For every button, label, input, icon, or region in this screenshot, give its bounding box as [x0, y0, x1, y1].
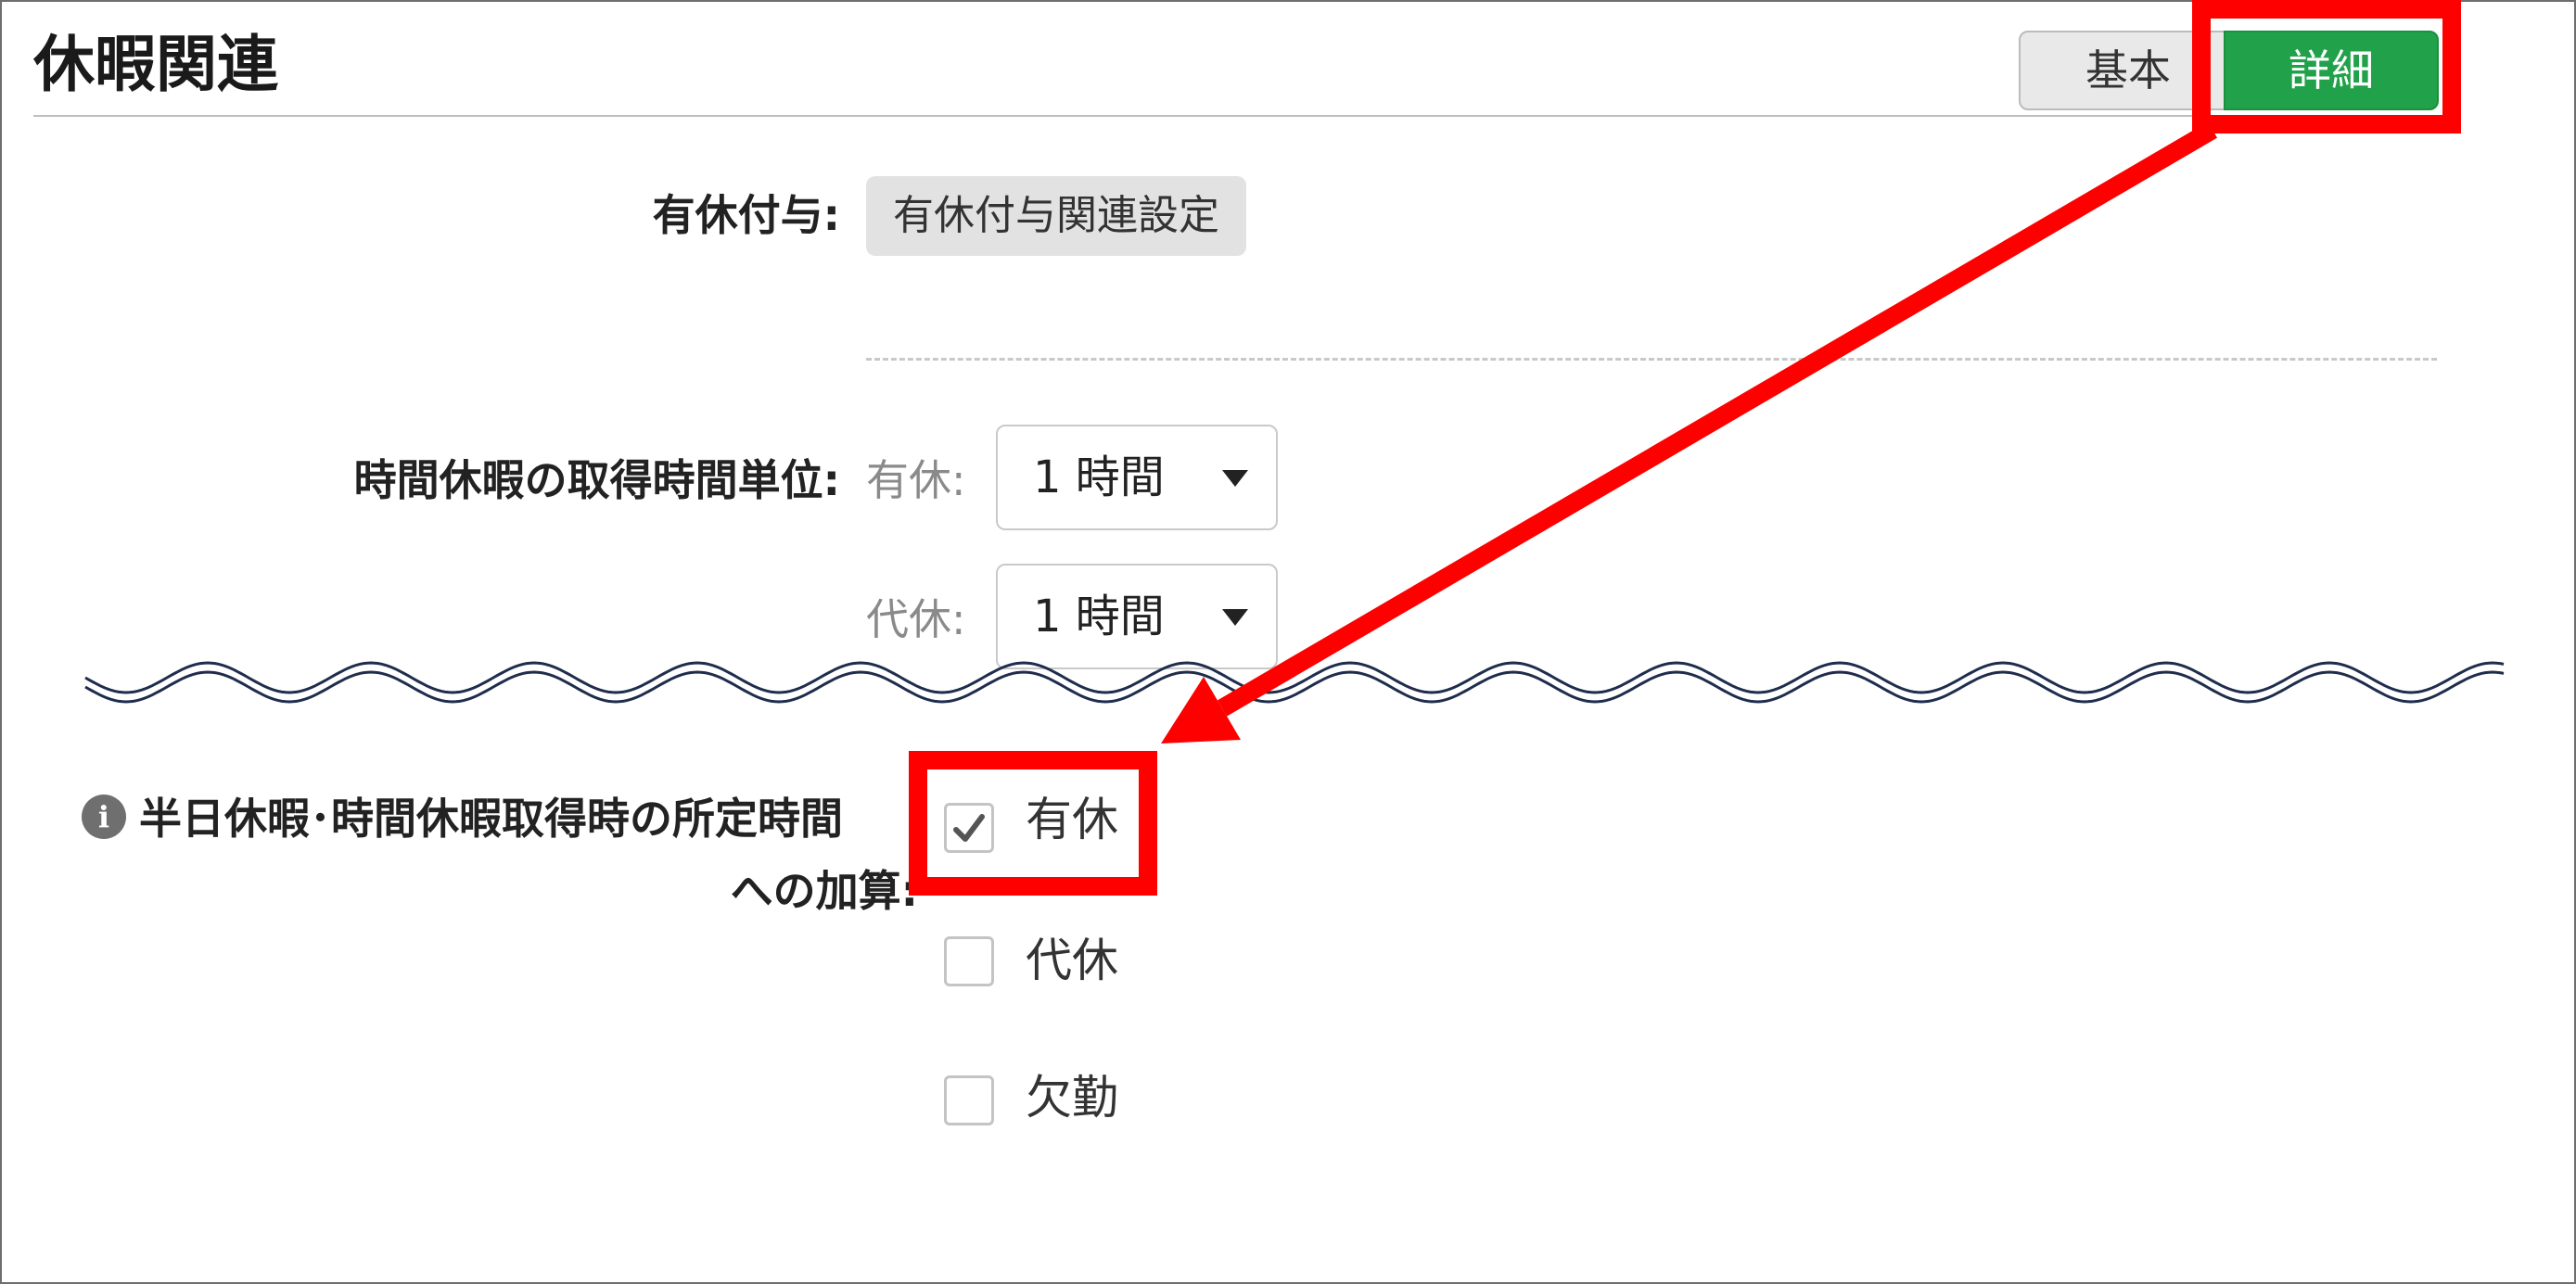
annotation-arrow-icon	[1161, 121, 2218, 744]
